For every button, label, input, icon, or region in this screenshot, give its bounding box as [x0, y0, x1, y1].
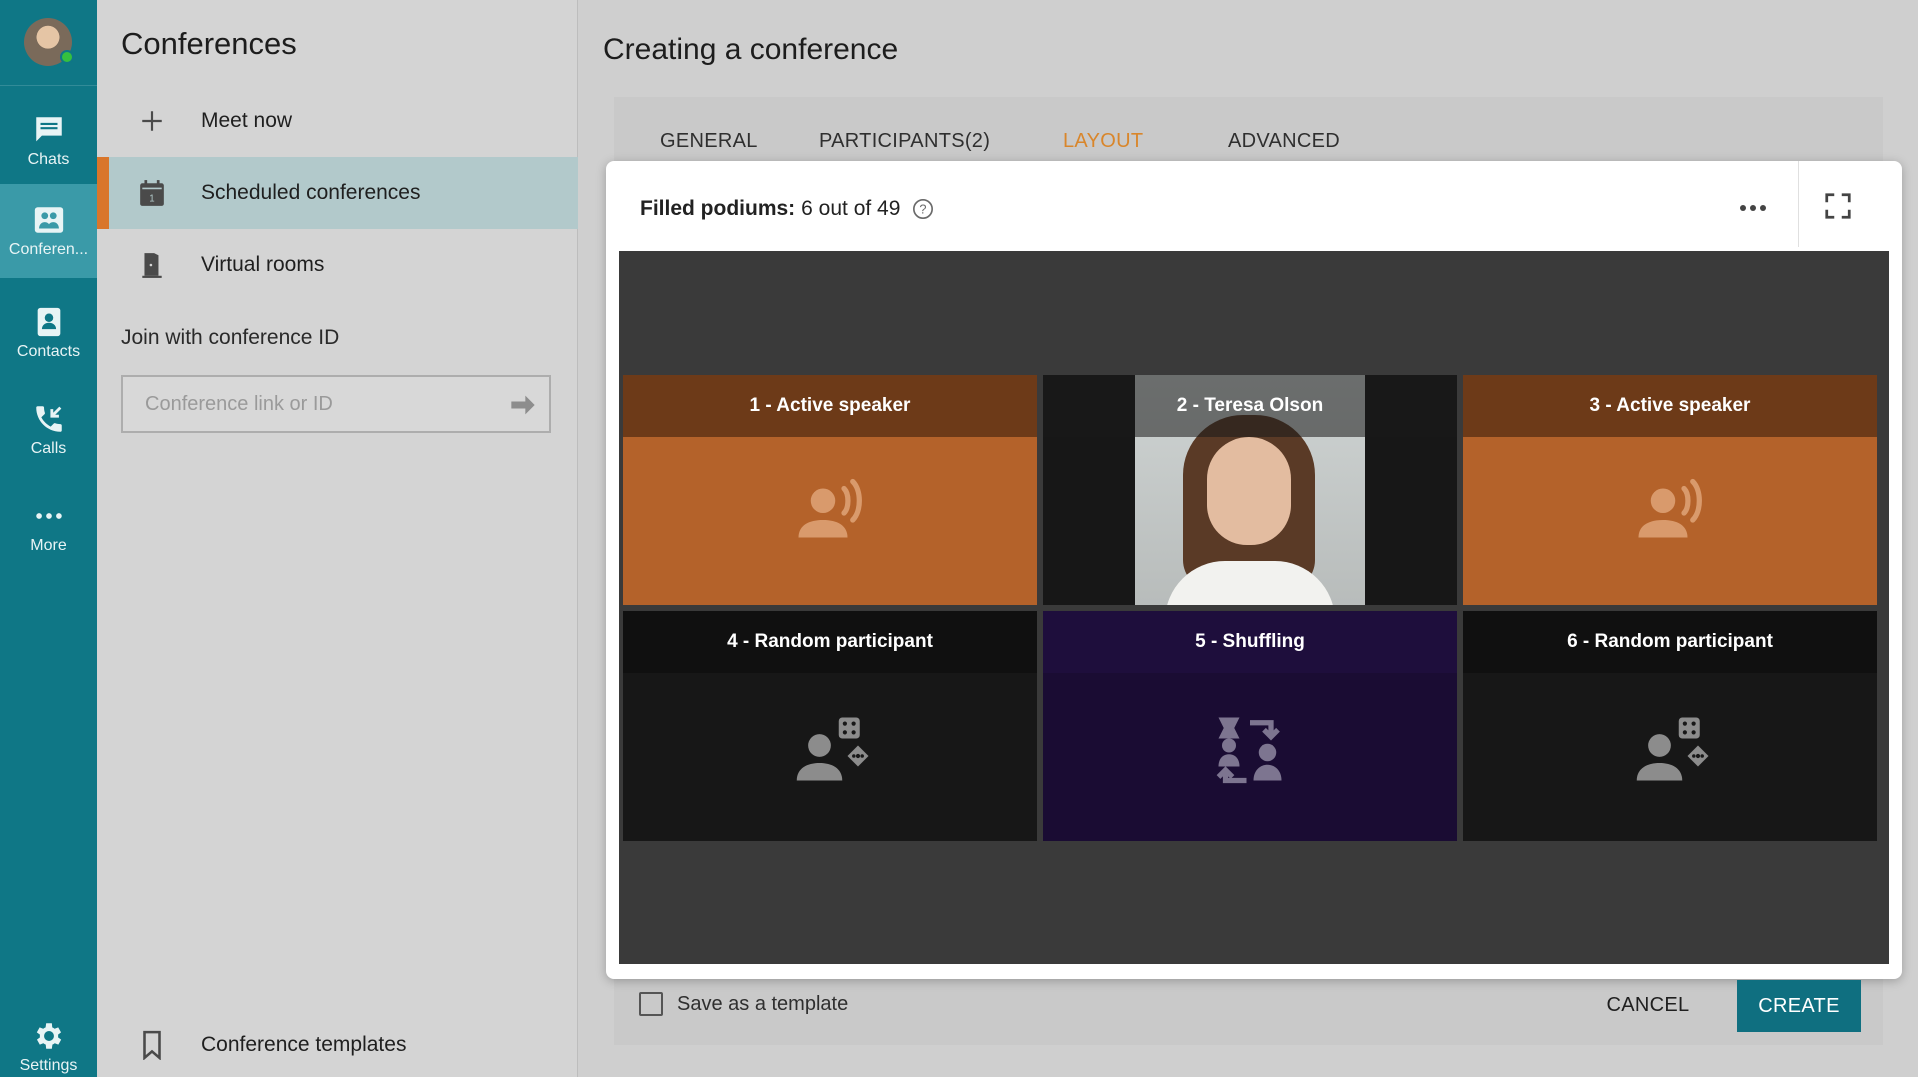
gear-icon [36, 1023, 61, 1049]
podium-tile[interactable]: 3 - Active speaker [1463, 375, 1877, 605]
arrow-right-icon[interactable] [509, 391, 537, 419]
bookmark-icon [137, 1030, 167, 1060]
online-status-dot [60, 50, 74, 64]
podium-label: 4 - Random participant [623, 611, 1037, 673]
contacts-icon [37, 307, 60, 337]
rail-item-label: Calls [30, 440, 67, 457]
join-conference-label: Join with conference ID [121, 326, 340, 349]
rail-item-calls[interactable]: Calls [0, 383, 97, 477]
podium-label: 5 - Shuffling [1043, 611, 1457, 673]
tab-participants[interactable]: PARTICIPANTS(2) [819, 130, 990, 153]
podium-tile[interactable]: 1 - Active speaker [623, 375, 1037, 605]
rail-item-label: Conferen... [8, 241, 89, 258]
layout-stage: 1 - Active speaker 2 - Teresa Olson 3 - … [619, 251, 1889, 964]
random-participant-icon [796, 717, 869, 781]
plus-icon [137, 106, 167, 136]
door-icon [137, 250, 167, 280]
conference-id-input[interactable] [145, 392, 485, 416]
rail-item-more[interactable]: More [0, 480, 97, 574]
podium-label: 6 - Random participant [1463, 611, 1877, 673]
podium-label: 1 - Active speaker [623, 375, 1037, 437]
more-horizontal-icon [1740, 205, 1766, 211]
save-template-label: Save as a template [677, 992, 849, 1015]
shuffle-icon [1216, 717, 1282, 784]
page-title: Creating a conference [603, 33, 899, 66]
rail-item-label: Contacts [16, 343, 81, 360]
tab-layout[interactable]: LAYOUT [1063, 130, 1143, 153]
tab-general[interactable]: GENERAL [660, 130, 758, 153]
podium-tile[interactable]: 6 - Random participant [1463, 611, 1877, 841]
active-speaker-icon [798, 478, 862, 538]
rail-item-label: Settings [19, 1057, 78, 1074]
rail-item-label: More [30, 537, 67, 554]
filled-podiums-value: 6 out of 49 [801, 197, 901, 220]
rail-divider [0, 85, 97, 86]
toolbar-divider [1798, 161, 1799, 247]
filled-podiums-label: Filled podiums: [640, 197, 796, 220]
sidebar-item-scheduled-conferences[interactable]: 1 Scheduled conferences [97, 157, 578, 229]
rail-item-settings[interactable]: Settings [0, 1000, 97, 1077]
sidebar-item-label: Virtual rooms [201, 253, 325, 276]
layout-panel: Filled podiums: 6 out of 49 ? 1 - Active… [606, 161, 1902, 979]
left-rail: Chats Conferen... Contacts Calls More Se… [0, 0, 97, 1077]
filled-podiums-summary: Filled podiums: 6 out of 49 ? [640, 197, 934, 221]
help-icon[interactable]: ? [912, 198, 934, 220]
sidebar-item-conference-templates[interactable]: Conference templates [97, 1009, 578, 1077]
sidebar-title: Conferences [121, 26, 297, 61]
podium-tile[interactable]: 2 - Teresa Olson [1043, 375, 1457, 605]
more-options-button[interactable] [1735, 193, 1771, 223]
calls-icon [35, 406, 62, 432]
active-speaker-icon [1638, 478, 1702, 538]
podium-tile[interactable]: 5 - Shuffling [1043, 611, 1457, 841]
rail-item-label: Chats [27, 151, 70, 168]
podium-tile[interactable]: 4 - Random participant [623, 611, 1037, 841]
conference-icon [34, 207, 63, 233]
rail-item-chats[interactable]: Chats [0, 94, 97, 188]
rail-item-contacts[interactable]: Contacts [0, 286, 97, 380]
cancel-button[interactable]: CANCEL [1592, 980, 1704, 1030]
sidebar-item-meet-now[interactable]: Meet now [97, 85, 578, 157]
svg-text:1: 1 [149, 194, 154, 205]
create-button[interactable]: CREATE [1737, 980, 1861, 1032]
chat-icon [35, 117, 62, 142]
sidebar-item-label: Scheduled conferences [201, 181, 421, 204]
rail-item-conferences[interactable]: Conferen... [0, 184, 97, 278]
sidebar-item-label: Meet now [201, 109, 293, 132]
svg-text:?: ? [920, 202, 927, 217]
join-conference-field [121, 375, 551, 433]
random-participant-icon [1636, 717, 1709, 781]
podium-label: 3 - Active speaker [1463, 375, 1877, 437]
user-avatar[interactable] [24, 18, 74, 66]
sidebar-item-virtual-rooms[interactable]: Virtual rooms [97, 229, 578, 301]
podium-label: 2 - Teresa Olson [1043, 375, 1457, 437]
fullscreen-icon[interactable] [1823, 191, 1853, 221]
more-icon [35, 513, 62, 519]
calendar-icon: 1 [137, 178, 167, 208]
conferences-sidebar: Conferences Meet now 1 Scheduled confere… [97, 0, 578, 1077]
save-template-checkbox[interactable] [639, 992, 663, 1016]
sidebar-item-label: Conference templates [201, 1033, 407, 1056]
save-template-option[interactable]: Save as a template [639, 992, 848, 1016]
tab-advanced[interactable]: ADVANCED [1228, 130, 1340, 153]
